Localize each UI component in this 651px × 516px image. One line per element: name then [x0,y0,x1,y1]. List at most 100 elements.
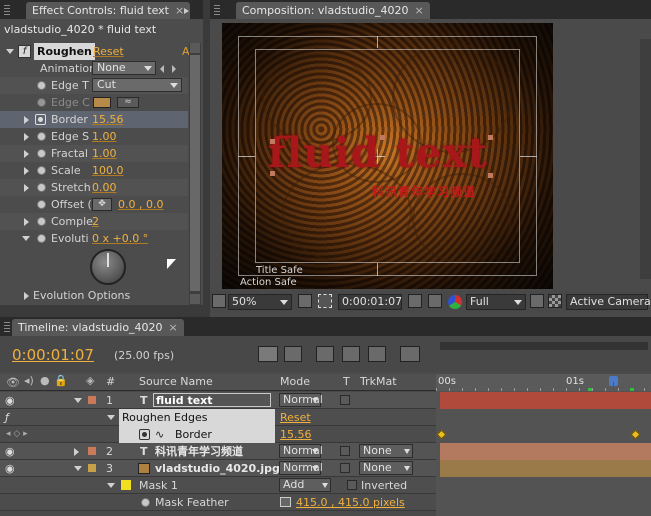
chevron-down-icon[interactable] [107,483,115,488]
stopwatch-icon[interactable] [37,234,46,243]
chevron-right-icon[interactable] [24,292,29,300]
comp-timecode[interactable]: 0:00:01:07 [338,294,402,310]
preserve-transparency-checkbox[interactable] [340,446,350,456]
label-color-chip[interactable] [88,396,96,404]
camera-snapshot-icon[interactable] [408,294,422,308]
resolution-dropdown[interactable]: Full [466,294,526,310]
stopwatch-icon[interactable] [37,149,46,158]
chevron-down-icon[interactable] [74,398,82,403]
layer-bar-1[interactable] [440,392,651,409]
layer-handle[interactable] [270,171,275,176]
scroll-down-arrow[interactable] [190,294,200,304]
effect-name[interactable]: Roughen [34,43,95,60]
scroll-thumb[interactable] [190,55,200,291]
param-value[interactable]: 1.00 [92,128,117,145]
stopwatch-icon[interactable] [37,200,46,209]
mode-dropdown[interactable]: Normal [279,393,323,407]
param-value[interactable]: 0.0 , 0.0 [118,196,163,213]
header-source-name[interactable]: Source Name [139,375,213,388]
chevron-right-icon[interactable] [74,448,79,456]
stopwatch-icon[interactable] [37,81,46,90]
property-row-mask-feather[interactable]: Mask Feather 415.0 , 415.0 pixels [0,494,436,511]
camera-dropdown[interactable]: Active Camera [566,294,651,310]
mask-mode-dropdown[interactable]: Add [279,478,331,492]
fx-toggle-icon[interactable]: f [18,45,31,58]
chevron-right-icon[interactable] [24,167,29,175]
property-row-border[interactable]: ◂ ◇ ▸ ∿ Border 15.56 [0,426,436,443]
chevron-right-icon[interactable] [24,116,29,124]
preserve-transparency-checkbox[interactable] [340,463,350,473]
live-update-icon[interactable] [284,346,302,362]
evolution-dial[interactable] [90,249,126,285]
effect-row-roughen[interactable]: ƒ Roughen Edges Reset [0,409,436,426]
layer-name[interactable]: vladstudio_4020.jpg [155,460,280,477]
layer-row-1[interactable]: ◉ 1 T fluid text Normal [0,392,436,409]
hide-shy-layers-icon[interactable] [342,346,360,362]
stopwatch-active-icon[interactable] [139,429,150,440]
prev-preset-icon[interactable] [160,65,164,73]
eye-icon[interactable]: ◉ [5,392,15,409]
scroll-up-arrow[interactable] [190,43,200,53]
graph-icon[interactable]: ∿ [155,426,164,443]
property-value[interactable]: 15.56 [280,426,312,443]
property-value[interactable]: 415.0 , 415.0 pixels [296,494,405,511]
channel-icon[interactable] [448,295,462,309]
param-value[interactable]: 1.00 [92,145,117,162]
effect-name[interactable]: Roughen Edges [119,409,275,426]
panel-grip[interactable] [4,322,10,332]
layer-handle[interactable] [270,139,275,144]
mask-color-chip[interactable] [121,480,131,490]
animation-dropdown[interactable]: None [92,61,156,75]
chevron-right-icon[interactable] [24,218,29,226]
stopwatch-icon[interactable] [37,98,46,107]
trkmat-dropdown[interactable]: None [359,444,413,458]
chevron-down-icon[interactable] [74,466,82,471]
effect-controls-scrollbar[interactable] [189,43,201,305]
evolution-options-row[interactable]: Evolution Options [0,287,188,304]
layer-handle[interactable] [488,173,493,178]
eye-icon[interactable]: ◉ [5,460,15,477]
tab-timeline[interactable]: Timeline: vladstudio_4020 × [12,319,184,336]
close-icon[interactable]: × [414,4,423,17]
layer-name[interactable]: fluid text [153,393,271,407]
fx-icon[interactable]: ƒ [5,409,9,426]
effect-reset-link[interactable]: Reset [280,409,311,426]
edge-type-dropdown[interactable]: Cut [92,78,182,92]
grid-icon[interactable] [298,294,312,308]
comp-text-fluid[interactable]: fluid text [268,129,488,177]
preserve-transparency-checkbox[interactable] [340,395,350,405]
inverted-checkbox[interactable] [347,480,357,490]
tab-effect-controls[interactable]: Effect Controls: fluid text × [26,2,191,19]
effect-reset-link[interactable]: Reset [93,43,124,60]
eyedropper-icon[interactable]: ≈ [117,97,139,108]
comp-text-chinese[interactable]: 科讯青年学习频道 [372,183,476,200]
label-color-chip[interactable] [88,447,96,455]
chevron-right-icon[interactable] [24,133,29,141]
panel-grip[interactable] [214,5,220,15]
mode-dropdown[interactable]: Normal [279,444,323,458]
stopwatch-icon[interactable] [37,183,46,192]
param-row-border[interactable]: Border 15.56 [0,111,188,128]
layer-handle[interactable] [380,135,385,140]
mask-row[interactable]: Mask 1 Add Inverted [0,477,436,494]
composition-viewer[interactable]: fluid text 科讯青年学习频道 Title Safe Action Sa… [222,23,553,289]
chevron-down-icon[interactable] [6,49,14,54]
show-snapshot-icon[interactable] [428,294,442,308]
trkmat-dropdown[interactable]: None [359,461,413,475]
param-value[interactable]: 0 x +0.0 ° [92,230,148,247]
chevron-right-icon[interactable] [24,150,29,158]
panel-menu-icon[interactable] [184,5,194,15]
frame-blending-icon[interactable] [368,346,386,362]
eye-icon[interactable]: ◉ [5,443,15,460]
chevron-right-icon[interactable] [24,184,29,192]
layer-row-3[interactable]: ◉ 3 vladstudio_4020.jpg Normal None [0,460,436,477]
color-swatch[interactable] [93,97,111,108]
param-value[interactable]: 15.56 [92,111,124,128]
crosshair-icon[interactable]: ✥ [92,198,112,211]
layer-bar-3[interactable] [440,460,651,477]
layer-name[interactable]: 科讯青年学习频道 [155,443,243,460]
timeline-timecode[interactable]: 0:00:01:07 [12,346,94,364]
stopwatch-active-icon[interactable] [35,114,46,125]
tab-composition[interactable]: Composition: vladstudio_4020 × [236,2,430,19]
graph-editor-icon[interactable] [400,346,420,362]
